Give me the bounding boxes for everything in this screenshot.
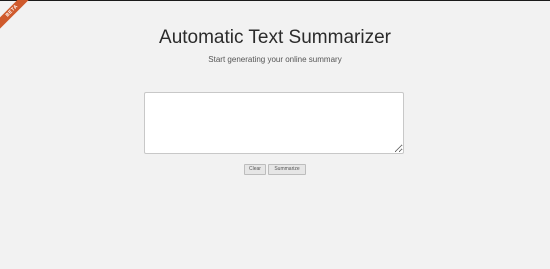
text-input-area[interactable] bbox=[144, 92, 404, 154]
clear-button[interactable]: Clear bbox=[244, 164, 266, 175]
ribbon-label: BETA bbox=[4, 3, 20, 19]
summarize-button[interactable]: Summarize bbox=[268, 164, 306, 175]
page-subtitle: Start generating your online summary bbox=[208, 55, 342, 64]
action-buttons: Clear Summarize bbox=[0, 164, 550, 175]
top-border bbox=[0, 0, 550, 1]
page-title: Automatic Text Summarizer bbox=[159, 27, 391, 48]
